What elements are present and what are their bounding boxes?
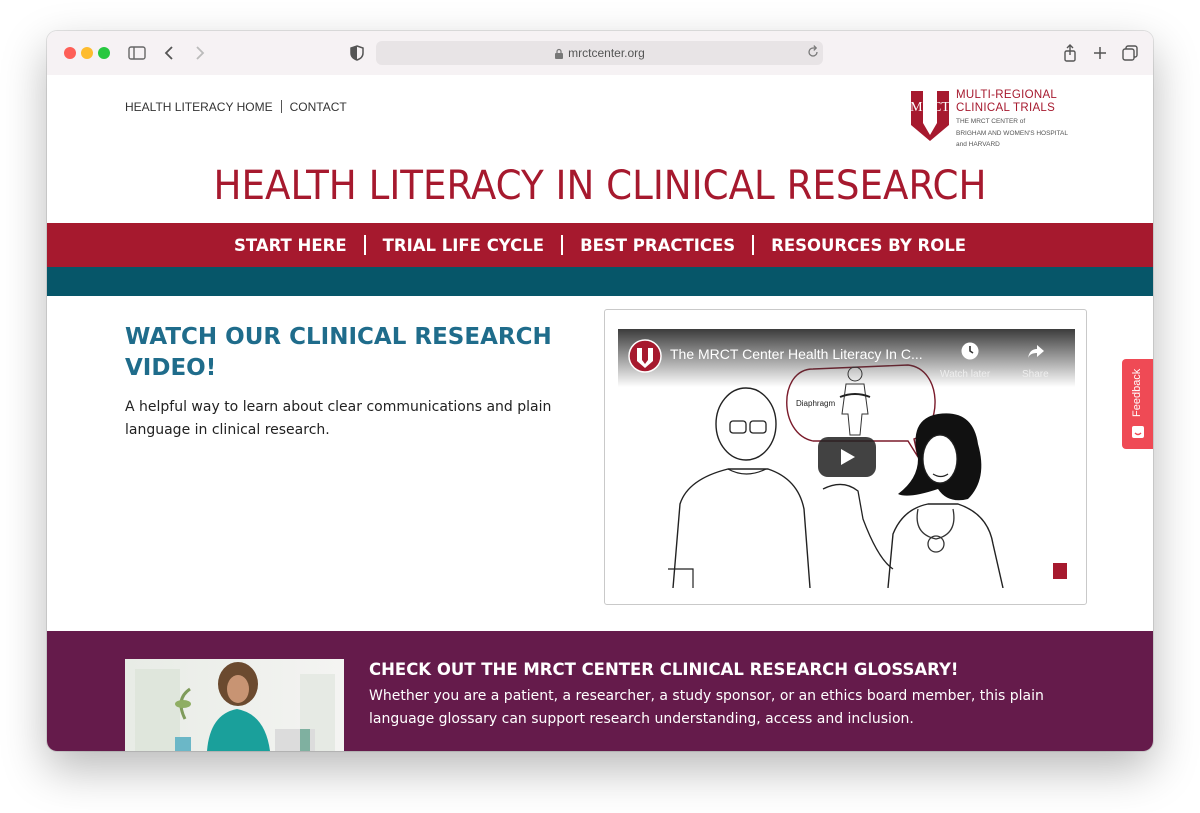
logo-mark-text: MRCT xyxy=(910,100,950,115)
logo-sub2: BRIGHAM AND WOMEN'S HOSPITAL xyxy=(956,129,1068,137)
video-description: A helpful way to learn about clear commu… xyxy=(125,399,552,438)
close-window-button[interactable] xyxy=(64,47,76,59)
logo-text: MULTI-REGIONAL CLINICAL TRIALS THE MRCT … xyxy=(956,89,1068,150)
contact-link[interactable]: CONTACT xyxy=(290,100,347,114)
logo-sub3: and HARVARD xyxy=(956,141,1000,148)
nav-resources-by-role[interactable]: RESOURCES BY ROLE xyxy=(754,236,983,255)
teal-band xyxy=(47,267,1153,296)
video-player[interactable]: The MRCT Center Health Literacy In C... … xyxy=(618,329,1075,588)
glossary-body: Whether you are a patient, a researcher,… xyxy=(369,688,1044,727)
diaphragm-label: Diaphragm xyxy=(796,399,836,408)
mrct-logo-mark: MRCT xyxy=(910,91,950,141)
web-page: HEALTH LITERACY HOME CONTACT MRCT MULTI-R… xyxy=(47,75,1153,751)
share-arrow-icon[interactable] xyxy=(1026,341,1046,361)
nav-best-practices[interactable]: BEST PRACTICES xyxy=(563,236,752,255)
mrct-logo[interactable]: MRCT MULTI-REGIONAL CLINICAL TRIALS THE … xyxy=(909,89,1089,149)
channel-avatar-icon[interactable] xyxy=(628,339,662,373)
nav-trial-life-cycle[interactable]: TRIAL LIFE CYCLE xyxy=(366,236,561,255)
divider xyxy=(280,100,282,113)
feedback-label: Feedback xyxy=(1131,368,1143,417)
tab-overview-icon[interactable] xyxy=(1120,43,1140,63)
glossary-photo[interactable] xyxy=(125,659,344,751)
video-embed[interactable]: The MRCT Center Health Literacy In C... … xyxy=(604,309,1087,605)
back-icon[interactable] xyxy=(160,43,180,63)
minimize-window-button[interactable] xyxy=(81,47,93,59)
site-title: HEALTH LITERACY IN CLINICAL RESEARCH xyxy=(213,163,987,209)
logo-sub1: THE MRCT CENTER of xyxy=(956,118,1026,125)
zoom-window-button[interactable] xyxy=(98,47,110,59)
clock-icon[interactable] xyxy=(960,341,980,361)
top-links: HEALTH LITERACY HOME CONTACT xyxy=(125,100,347,114)
health-literacy-home-link[interactable]: HEALTH LITERACY HOME xyxy=(125,100,273,114)
forward-icon[interactable] xyxy=(189,43,209,63)
video-title[interactable]: The MRCT Center Health Literacy In C... xyxy=(670,346,923,362)
reload-icon[interactable] xyxy=(805,44,821,60)
privacy-shield-icon[interactable] xyxy=(347,43,367,63)
share-icon[interactable] xyxy=(1060,43,1080,63)
logo-line2: CLINICAL TRIALS xyxy=(956,102,1056,114)
glossary-banner: CHECK OUT THE MRCT CENTER CLINICAL RESEA… xyxy=(47,631,1153,751)
main-nav: START HERE TRIAL LIFE CYCLE BEST PRACTIC… xyxy=(47,223,1153,267)
watch-later-button[interactable]: Watch later xyxy=(940,369,990,380)
feedback-smile-icon xyxy=(1132,426,1144,438)
woman-at-laptop-image xyxy=(125,659,344,751)
logo-line1: MULTI-REGIONAL xyxy=(956,89,1058,101)
lock-icon xyxy=(555,48,564,59)
glossary-heading[interactable]: CHECK OUT THE MRCT CENTER CLINICAL RESEA… xyxy=(369,660,958,679)
url-text: mrctcenter.org xyxy=(568,46,645,60)
play-button-icon[interactable] xyxy=(818,437,876,477)
new-tab-icon[interactable] xyxy=(1090,43,1110,63)
video-share-button[interactable]: Share xyxy=(1022,369,1049,380)
video-heading: WATCH OUR CLINICAL RESEARCH VIDEO! xyxy=(125,324,552,381)
browser-window: mrctcenter.org HEALTH LITERACY HOME CONTA… xyxy=(47,31,1153,751)
feedback-tab[interactable]: Feedback xyxy=(1122,359,1153,449)
nav-start-here[interactable]: START HERE xyxy=(217,236,364,255)
browser-toolbar: mrctcenter.org xyxy=(47,31,1153,76)
sidebar-toggle-icon[interactable] xyxy=(127,43,147,63)
address-bar[interactable]: mrctcenter.org xyxy=(376,41,823,65)
